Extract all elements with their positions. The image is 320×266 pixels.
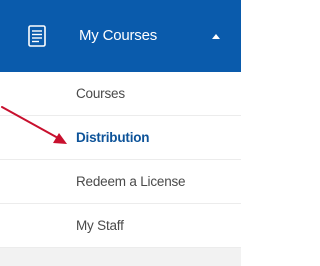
caret-up-icon[interactable] — [212, 34, 220, 39]
submenu-item-my-staff[interactable]: My Staff — [0, 204, 241, 248]
submenu-item-label: Redeem a License — [76, 174, 186, 189]
submenu-item-redeem-license[interactable]: Redeem a License — [0, 160, 241, 204]
submenu-item-label: My Staff — [76, 218, 124, 233]
menu-header-title: My Courses — [79, 27, 158, 44]
menu-footer — [0, 248, 241, 266]
submenu: Courses Distribution Redeem a License My… — [0, 72, 241, 248]
submenu-item-label: Courses — [76, 86, 125, 101]
my-courses-menu-toggle[interactable]: My Courses — [0, 0, 241, 72]
red-arrow-annotation — [1, 106, 67, 144]
submenu-item-label: Distribution — [76, 130, 150, 145]
book-icon — [28, 25, 46, 47]
